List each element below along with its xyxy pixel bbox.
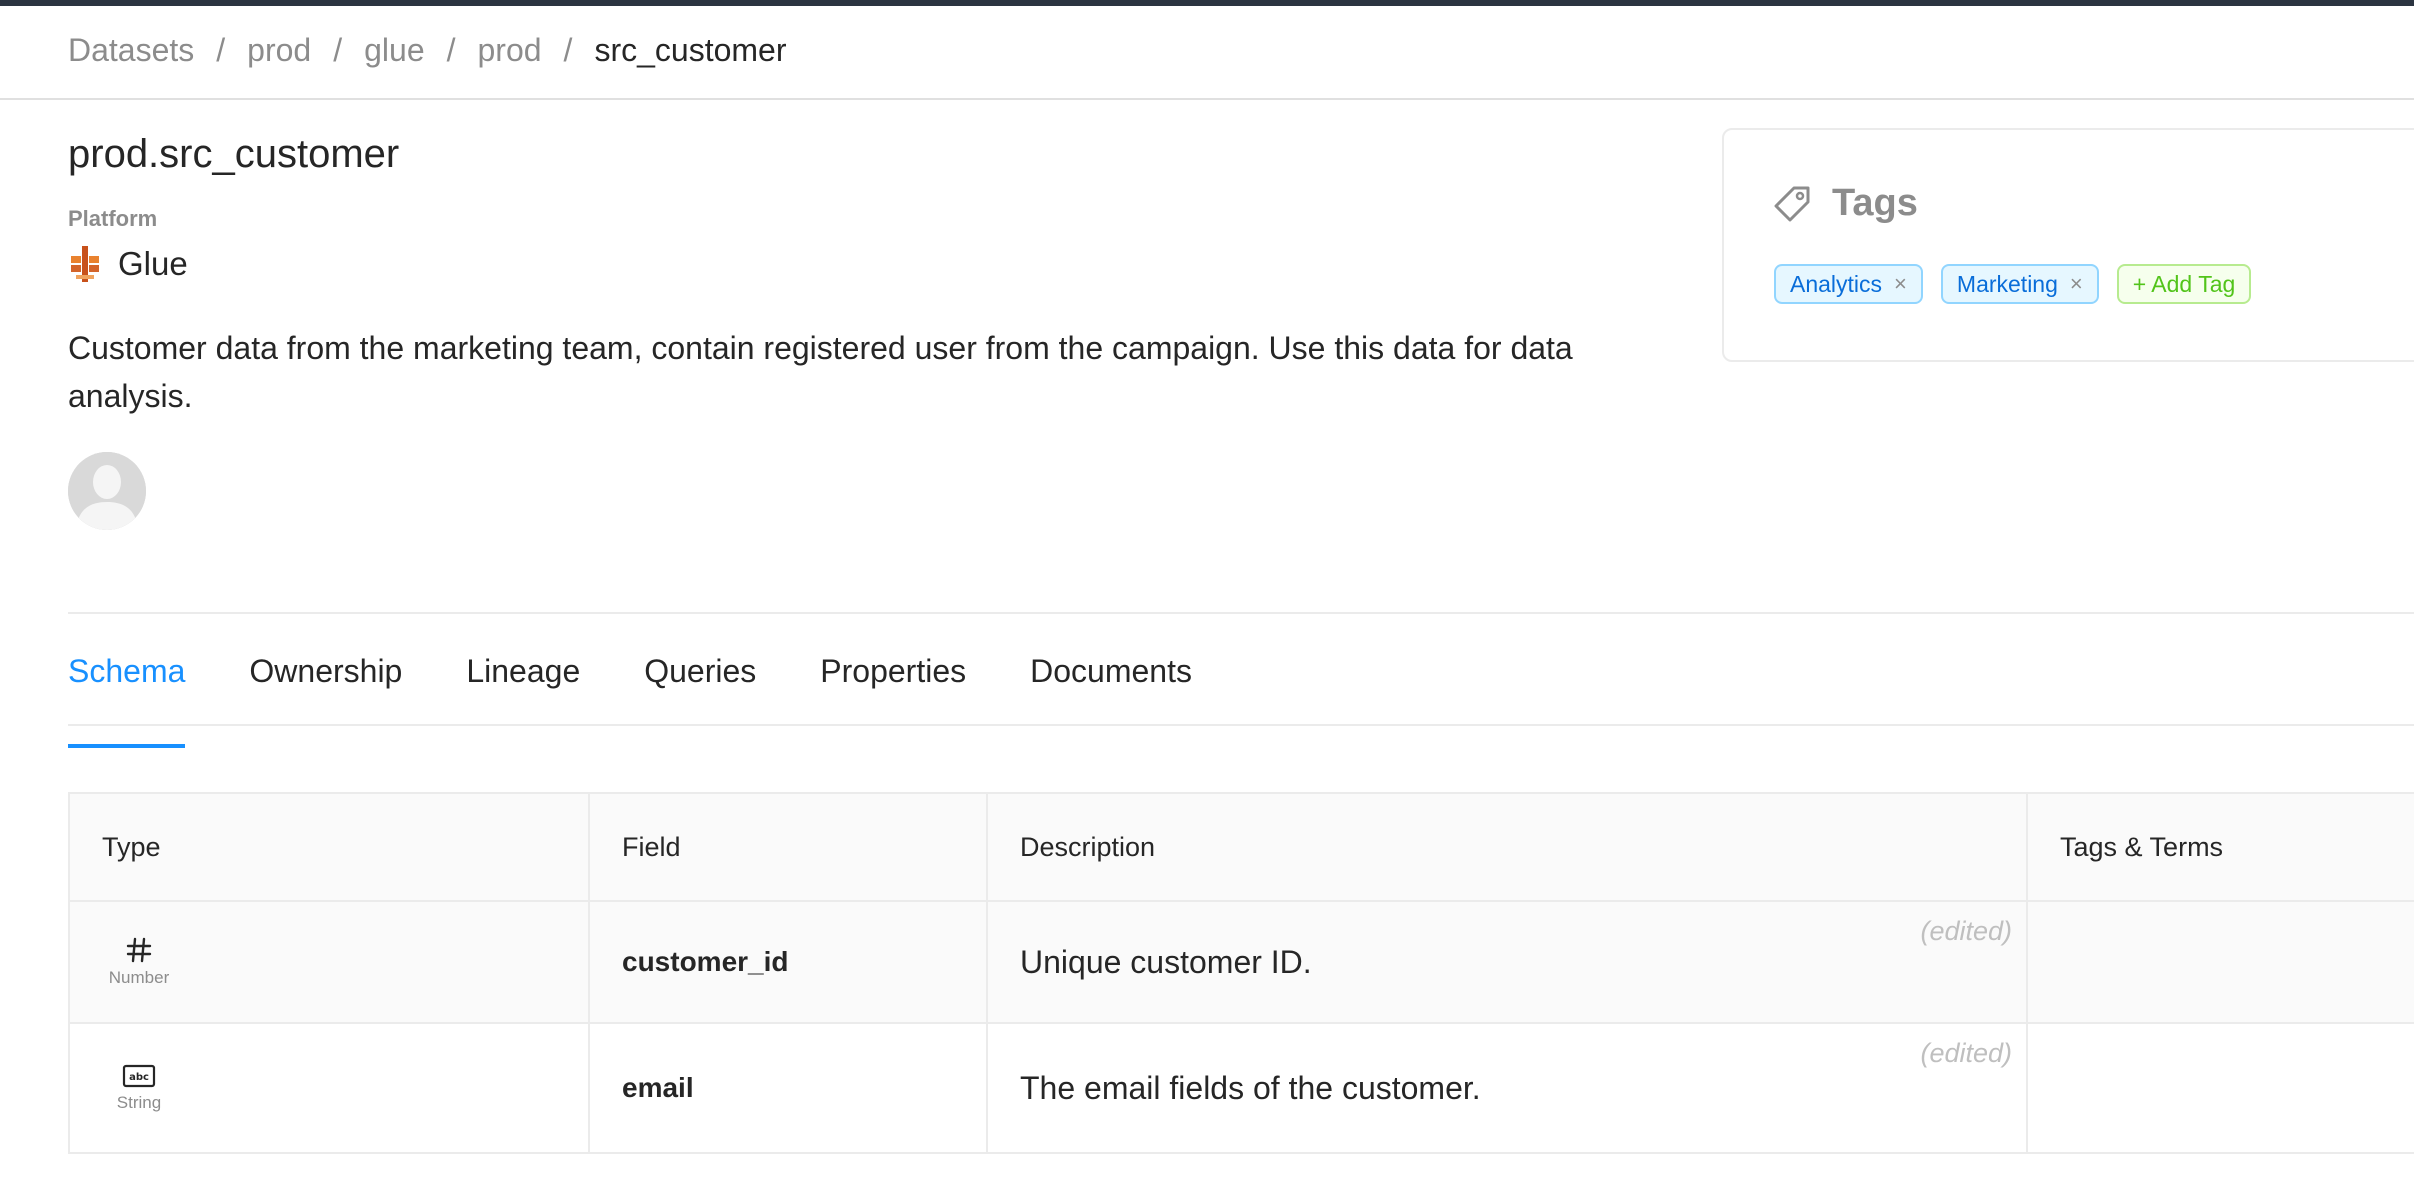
tag-label: Analytics <box>1790 270 1883 297</box>
type-cell: abc String <box>69 1023 590 1154</box>
platform: Glue <box>68 240 188 288</box>
type-badge: abc String <box>102 1063 176 1113</box>
breadcrumb-platform[interactable]: glue <box>364 32 425 69</box>
type-cell: Number <box>69 901 590 1024</box>
type-label: String <box>116 1093 162 1112</box>
platform-name: Glue <box>118 245 188 282</box>
abc-string-icon: abc <box>122 1064 156 1088</box>
top-bar <box>0 0 2414 6</box>
section-divider <box>68 612 2414 614</box>
owner-avatar[interactable] <box>68 452 146 530</box>
dataset-description[interactable]: Customer data from the marketing team, c… <box>68 324 1658 420</box>
breadcrumb-separator: / <box>333 31 343 68</box>
field-name: customer_id <box>622 946 789 977</box>
tab-bar: Schema Ownership Lineage Queries Propert… <box>68 640 1256 748</box>
header-divider <box>0 98 2414 100</box>
column-header-description[interactable]: Description <box>987 793 2028 902</box>
add-tag-button[interactable]: + Add Tag <box>2116 264 2252 304</box>
tag-label: Marketing <box>1956 270 2058 297</box>
tags-panel: Tags Analytics × Marketing × + Add Tag <box>1722 128 2414 362</box>
breadcrumb: Datasets / prod / glue / prod / src_cust… <box>68 24 786 76</box>
column-header-type[interactable]: Type <box>69 793 590 902</box>
tags-terms-cell[interactable] <box>2027 901 2414 1024</box>
page-title: prod.src_customer <box>68 132 400 176</box>
tag-marketing[interactable]: Marketing × <box>1940 264 2099 304</box>
tab-ownership[interactable]: Ownership <box>249 640 402 726</box>
breadcrumb-separator: / <box>216 31 226 68</box>
table-row[interactable]: Number customer_id (edited) Unique custo… <box>69 901 2414 1024</box>
breadcrumb-separator: / <box>563 31 573 68</box>
user-silhouette-icon <box>68 452 146 530</box>
field-description: The email fields of the customer. <box>1020 1069 1481 1106</box>
tab-documents[interactable]: Documents <box>1030 640 1192 726</box>
breadcrumb-separator: / <box>446 31 456 68</box>
column-header-field[interactable]: Field <box>589 793 988 902</box>
glue-logo-icon <box>71 246 99 282</box>
field-cell: customer_id <box>589 901 988 1024</box>
field-description: Unique customer ID. <box>1020 943 1312 980</box>
edited-indicator: (edited) <box>1920 1038 2012 1068</box>
tags-list: Analytics × Marketing × + Add Tag <box>1774 264 2269 304</box>
tab-bar-divider <box>68 724 2414 726</box>
tags-terms-cell[interactable] <box>2027 1023 2414 1154</box>
breadcrumb-current: src_customer <box>594 31 787 68</box>
tab-properties[interactable]: Properties <box>820 640 966 726</box>
tags-panel-title: Tags <box>1832 182 1918 224</box>
description-cell[interactable]: (edited) Unique customer ID. <box>987 901 2028 1024</box>
breadcrumb-datasets[interactable]: Datasets <box>68 32 194 69</box>
close-icon[interactable]: × <box>2070 271 2083 297</box>
table-row[interactable]: abc String email (edited) The email fiel… <box>69 1023 2414 1154</box>
schema-table: Type Field Description Tags & Terms Numb… <box>68 792 2414 1154</box>
field-name: email <box>622 1072 694 1103</box>
tab-lineage[interactable]: Lineage <box>466 640 580 726</box>
type-label: Number <box>108 968 170 987</box>
tab-queries[interactable]: Queries <box>644 640 756 726</box>
platform-label: Platform <box>68 206 158 231</box>
hash-icon <box>126 937 152 963</box>
edited-indicator: (edited) <box>1920 916 2012 946</box>
description-cell[interactable]: (edited) The email fields of the custome… <box>987 1023 2028 1154</box>
close-icon[interactable]: × <box>1894 271 1907 297</box>
tag-analytics[interactable]: Analytics × <box>1774 264 1923 304</box>
type-badge: Number <box>102 936 176 988</box>
tab-schema[interactable]: Schema <box>68 640 186 748</box>
svg-text:abc: abc <box>129 1072 149 1083</box>
tag-icon <box>1774 186 1810 221</box>
column-header-tags-terms[interactable]: Tags & Terms <box>2027 793 2414 902</box>
tags-panel-header: Tags <box>1772 182 1918 225</box>
table-header-row: Type Field Description Tags & Terms <box>69 793 2414 902</box>
field-cell: email <box>589 1023 988 1154</box>
breadcrumb-database[interactable]: prod <box>478 32 542 69</box>
breadcrumb-env[interactable]: prod <box>247 32 311 69</box>
